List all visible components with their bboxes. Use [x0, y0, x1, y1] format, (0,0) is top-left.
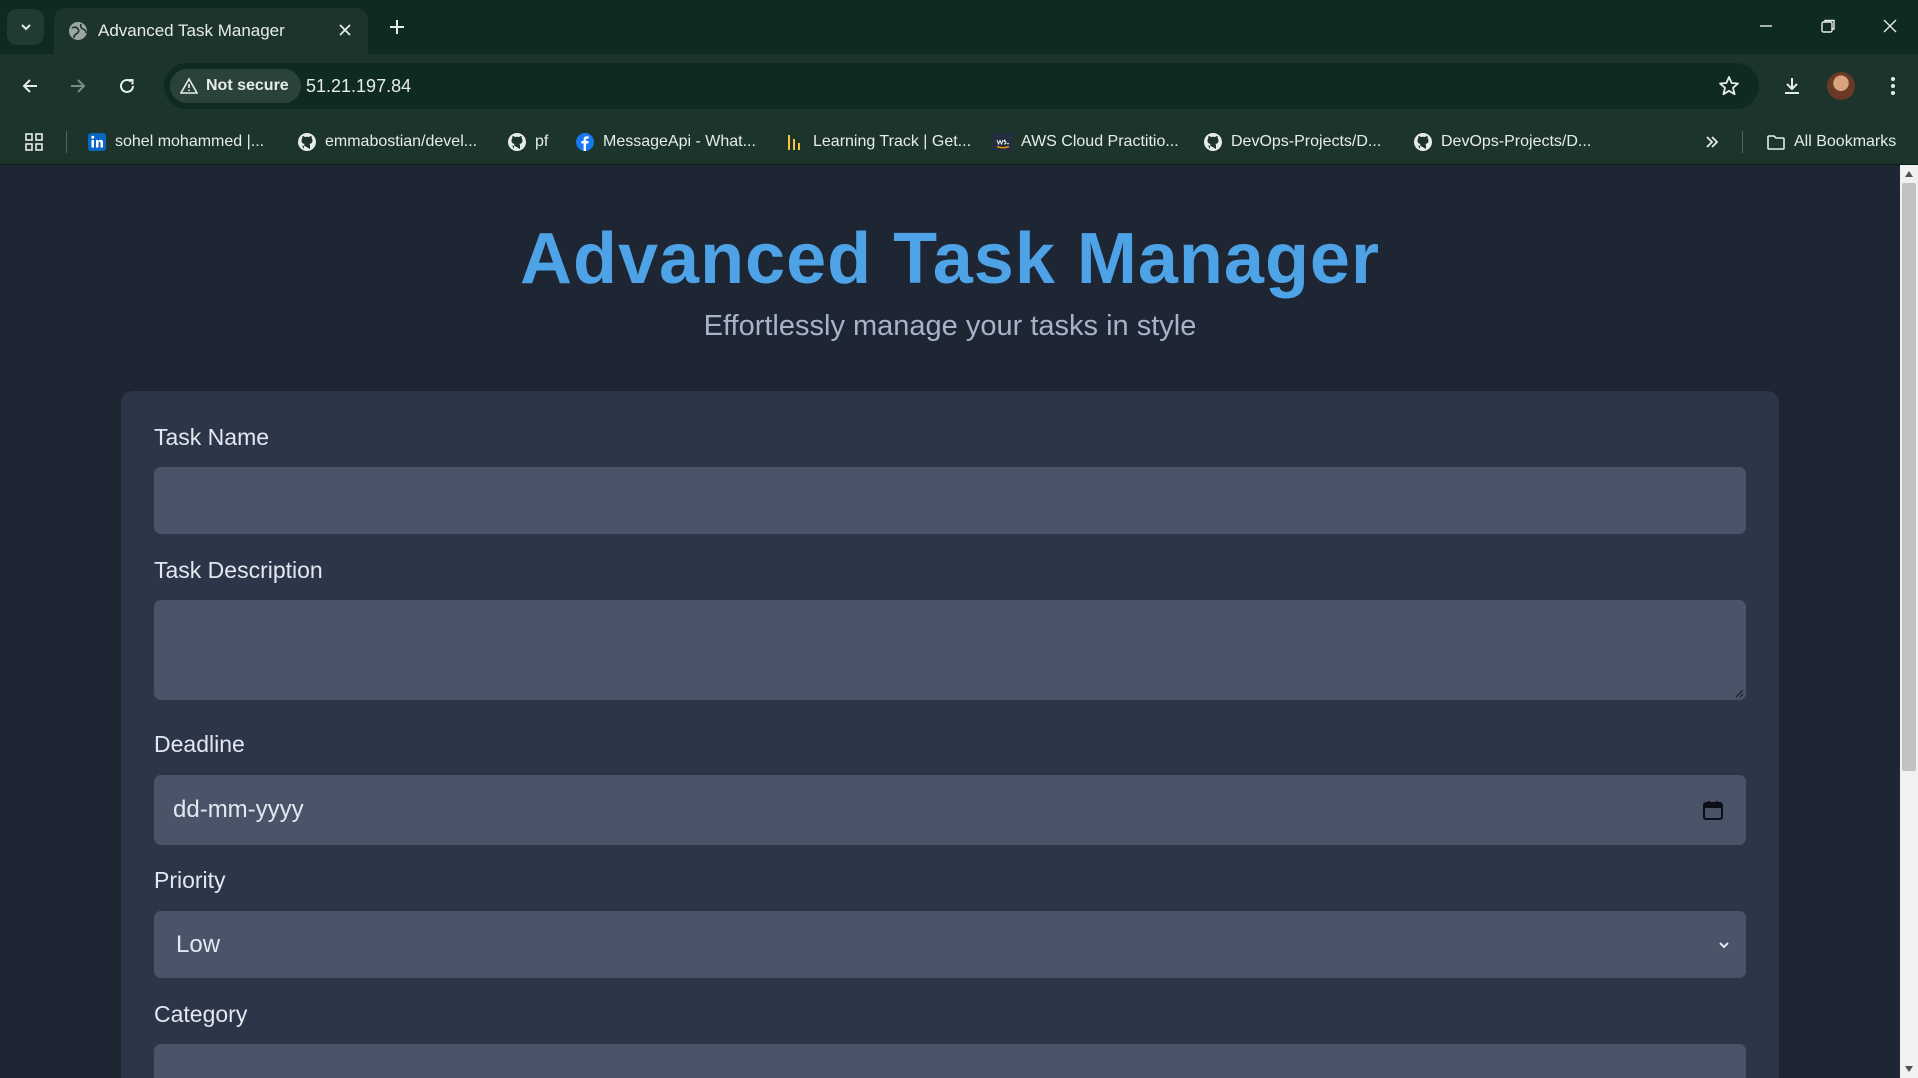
more-vertical-icon	[1891, 77, 1895, 95]
restore-icon	[1821, 19, 1835, 33]
plus-icon	[390, 20, 404, 34]
chevron-down-icon	[1719, 942, 1729, 949]
deadline-placeholder: dd-mm-yyyy	[173, 796, 304, 823]
forward-button[interactable]	[60, 68, 96, 104]
bookmark-item[interactable]: DevOps-Projects/D...	[1413, 129, 1591, 155]
bookmark-label: DevOps-Projects/D...	[1441, 133, 1592, 150]
task-description-textarea[interactable]	[154, 600, 1746, 700]
all-bookmarks-button[interactable]: All Bookmarks	[1766, 129, 1896, 155]
security-label: Not secure	[206, 77, 289, 94]
more-bookmarks-button[interactable]	[1702, 129, 1722, 155]
page-title: Advanced Task Manager	[520, 219, 1380, 299]
browser-menu-button[interactable]	[1875, 68, 1911, 104]
bookmark-item[interactable]: sohel mohammed |...	[87, 129, 264, 155]
site-info-chip[interactable]: Not secure	[170, 69, 301, 103]
category-label: Category	[154, 1001, 248, 1027]
bookmark-item[interactable]: pf	[507, 129, 548, 155]
address-bar[interactable]: Not secure 51.21.197.84	[164, 63, 1759, 109]
bookmark-label: AWS Cloud Practitio...	[1021, 133, 1179, 150]
page-scrollbar[interactable]	[1900, 165, 1918, 1078]
page-content: Advanced Task Manager Effortlessly manag…	[0, 165, 1900, 1078]
github-icon	[508, 133, 526, 151]
close-icon	[339, 24, 351, 36]
globe-icon	[69, 22, 87, 40]
bookmark-label: Learning Track | Get...	[813, 133, 972, 150]
url-text[interactable]: 51.21.197.84	[306, 76, 411, 97]
close-icon	[1883, 19, 1897, 33]
bookmark-label: emmabostian/devel...	[325, 133, 478, 150]
scroll-down-button[interactable]	[1900, 1060, 1918, 1078]
arrow-right-icon	[71, 79, 86, 93]
aws-icon	[993, 133, 1013, 151]
reload-button[interactable]	[109, 68, 145, 104]
warning-icon	[180, 77, 198, 94]
avatar	[1827, 72, 1855, 100]
download-icon	[1785, 78, 1799, 94]
bookmark-star-icon[interactable]	[1717, 74, 1741, 98]
deadline-date-input[interactable]: dd-mm-yyyy	[154, 775, 1746, 845]
task-form-card: Task Name Task Description Deadline dd-m…	[121, 391, 1779, 1078]
task-name-label: Task Name	[154, 424, 270, 450]
triangle-up-icon	[1905, 171, 1913, 177]
bookmark-label: pf	[535, 133, 549, 150]
bookmarks-bar: sohel mohammed |... emmabostian/devel...…	[0, 118, 1918, 165]
scrollbar-thumb[interactable]	[1902, 183, 1916, 771]
restore-button[interactable]	[1804, 8, 1852, 44]
tab-title: Advanced Task Manager	[98, 21, 285, 40]
triangle-down-icon	[1905, 1066, 1913, 1072]
tab-search-button[interactable]	[7, 9, 44, 45]
active-tab[interactable]: Advanced Task Manager	[54, 8, 368, 54]
linkedin-icon	[88, 133, 106, 151]
back-button[interactable]	[12, 68, 48, 104]
bookmark-label: DevOps-Projects/D...	[1231, 133, 1382, 150]
tab-close-button[interactable]	[332, 17, 358, 43]
priority-select[interactable]: Low	[154, 911, 1746, 978]
resize-handle-icon[interactable]	[1734, 688, 1744, 698]
arrow-left-icon	[22, 79, 37, 93]
github-icon	[298, 133, 316, 151]
priority-selected-value: Low	[176, 931, 221, 958]
bookmarks-divider	[1742, 131, 1743, 153]
bookmark-item[interactable]: MessageApi - What...	[575, 129, 756, 155]
close-window-button[interactable]	[1866, 8, 1914, 44]
bookmark-item[interactable]: AWS Cloud Practitio...	[993, 129, 1179, 155]
bookmark-label: MessageApi - What...	[603, 133, 756, 150]
bookmark-label: sohel mohammed |...	[115, 133, 265, 150]
chevron-down-icon	[20, 24, 31, 31]
bookmarks-divider	[66, 131, 67, 153]
new-tab-button[interactable]	[382, 12, 412, 42]
learning-track-icon	[788, 135, 800, 150]
downloads-button[interactable]	[1774, 68, 1810, 104]
folder-icon	[1767, 135, 1785, 150]
facebook-icon	[576, 133, 594, 151]
github-icon	[1204, 133, 1222, 151]
double-chevron-right-icon	[1706, 136, 1719, 148]
tab-strip: Advanced Task Manager	[0, 0, 1918, 54]
all-bookmarks-label: All Bookmarks	[1794, 133, 1897, 150]
category-input[interactable]	[154, 1044, 1746, 1078]
bookmark-item[interactable]: emmabostian/devel...	[297, 129, 477, 155]
scroll-up-button[interactable]	[1900, 165, 1918, 183]
priority-label: Priority	[154, 867, 226, 893]
browser-toolbar: Not secure 51.21.197.84	[0, 54, 1918, 118]
task-name-input[interactable]	[154, 467, 1746, 534]
calendar-icon[interactable]	[1702, 799, 1724, 821]
reload-icon	[120, 78, 134, 93]
page-subtitle: Effortlessly manage your tasks in style	[703, 310, 1197, 342]
minimize-button[interactable]	[1742, 8, 1790, 44]
minimize-icon	[1760, 25, 1772, 27]
bookmark-item[interactable]: Learning Track | Get...	[785, 129, 971, 155]
task-description-label: Task Description	[154, 557, 323, 583]
profile-button[interactable]	[1823, 68, 1859, 104]
apps-grid-icon	[25, 133, 43, 151]
apps-button[interactable]	[24, 129, 44, 155]
deadline-label: Deadline	[154, 731, 245, 757]
bookmark-item[interactable]: DevOps-Projects/D...	[1203, 129, 1381, 155]
github-icon	[1414, 133, 1432, 151]
